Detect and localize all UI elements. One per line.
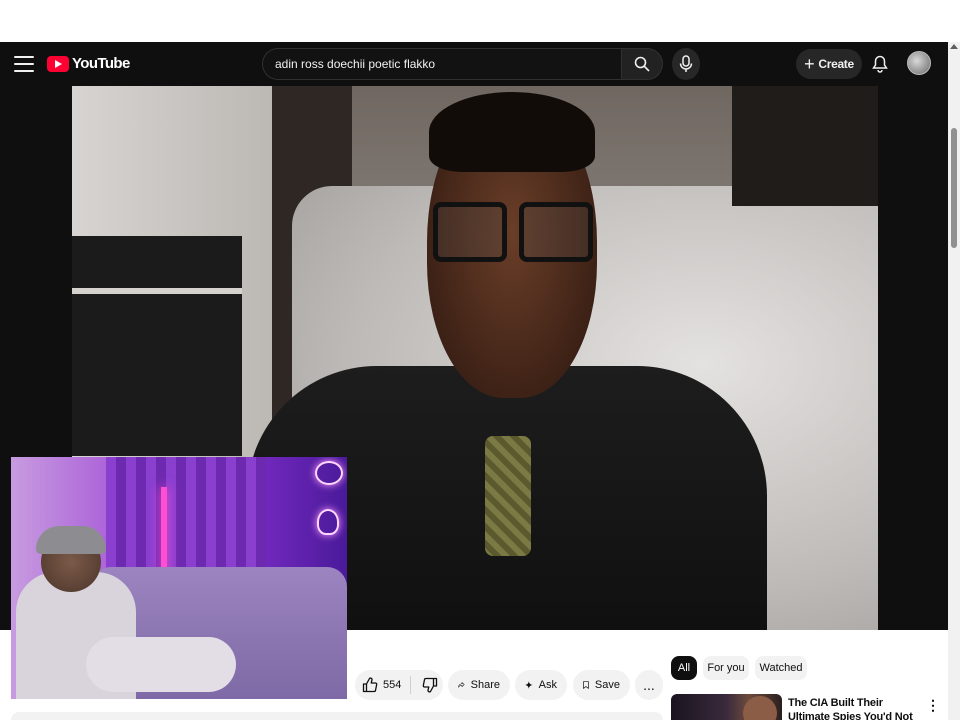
logo-text: YouTube — [72, 55, 130, 72]
scrollbar-thumb[interactable] — [951, 128, 957, 248]
thumbs-up-icon — [362, 677, 378, 693]
youtube-watch-page: YouTube adin ross doechii poetic flakko … — [0, 0, 960, 720]
alien-neon-icon — [317, 509, 339, 535]
ask-label: Ask — [538, 679, 557, 691]
share-label: Share — [470, 679, 500, 691]
search-icon — [634, 56, 650, 72]
like-button[interactable]: 554 — [355, 670, 404, 700]
webcam-person-legs — [86, 637, 236, 692]
search-input[interactable]: adin ross doechii poetic flakko — [262, 48, 622, 80]
person-tie — [485, 436, 531, 556]
share-icon — [458, 682, 465, 688]
create-button[interactable]: + Create — [796, 49, 862, 79]
chip-all[interactable]: All — [671, 656, 697, 680]
youtube-logo[interactable]: YouTube — [47, 55, 130, 72]
account-avatar[interactable] — [907, 51, 931, 75]
recommendation-title[interactable]: The CIA Built Their Ultimate Spies You'd… — [788, 696, 916, 720]
create-label: Create — [818, 57, 854, 71]
chip-watched[interactable]: Watched — [755, 656, 807, 680]
webcam-person — [16, 526, 236, 699]
bell-icon — [872, 55, 888, 73]
planet-neon-icon — [315, 461, 343, 485]
youtube-play-icon — [47, 55, 69, 72]
thumbs-down-icon — [422, 677, 438, 693]
chip-for-you[interactable]: For you — [703, 656, 749, 680]
scroll-up-icon[interactable] — [950, 44, 958, 49]
bookmark-icon — [583, 681, 589, 689]
like-divider — [410, 676, 412, 694]
person-glasses — [433, 202, 593, 264]
webcam-overlay — [11, 457, 347, 699]
description-box[interactable] — [11, 712, 663, 720]
person-hair — [429, 92, 595, 172]
page-scrollbar[interactable] — [948, 42, 960, 720]
like-count: 554 — [383, 679, 402, 691]
voice-search-button[interactable] — [672, 48, 700, 80]
sparkle-icon — [525, 681, 533, 689]
dislike-button[interactable] — [417, 670, 443, 700]
plus-icon: + — [804, 54, 815, 74]
recommendation-thumbnail[interactable] — [671, 694, 782, 720]
save-label: Save — [594, 679, 620, 691]
webcam-person-cap — [36, 526, 106, 554]
top-bar: YouTube adin ross doechii poetic flakko … — [0, 42, 948, 86]
ask-button[interactable]: Ask — [515, 670, 567, 700]
more-actions-button[interactable]: ... — [635, 670, 663, 700]
mic-icon — [679, 55, 693, 72]
like-dislike-group: 554 — [355, 670, 443, 700]
save-button[interactable]: Save — [573, 670, 630, 700]
search-button[interactable] — [621, 48, 663, 80]
recommendation-menu-icon[interactable]: ⋮ — [926, 695, 940, 715]
more-dots-icon: ... — [643, 677, 655, 693]
menu-icon[interactable] — [14, 56, 34, 72]
notifications-button[interactable] — [870, 54, 890, 74]
video-background-shelf — [72, 236, 242, 456]
share-button[interactable]: Share — [448, 670, 510, 700]
